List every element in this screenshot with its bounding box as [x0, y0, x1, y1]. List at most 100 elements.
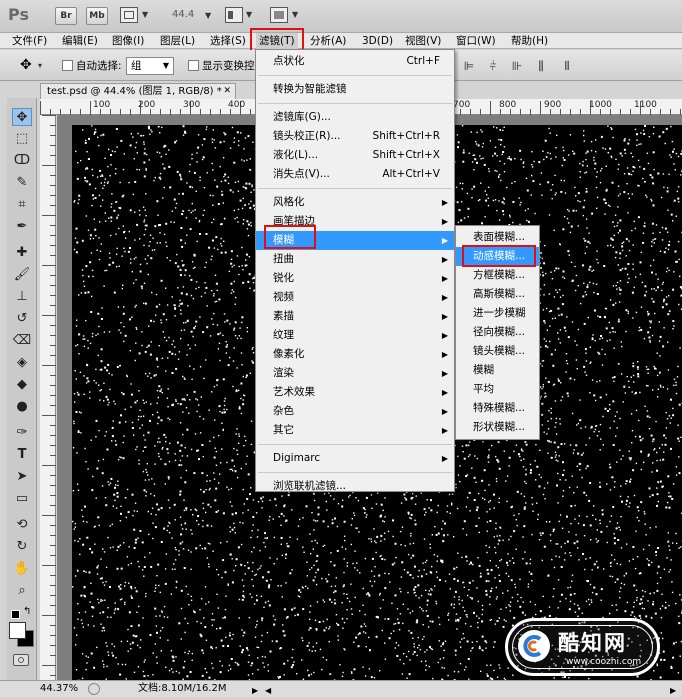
- type-tool-icon[interactable]: T: [12, 446, 32, 464]
- menu-item[interactable]: 纹理▶: [256, 326, 454, 345]
- menu-item[interactable]: 模糊: [456, 361, 539, 380]
- menu-item[interactable]: 液化(L)...Shift+Ctrl+X: [256, 146, 454, 165]
- menu-item[interactable]: 编辑(E): [59, 33, 101, 49]
- menu-item[interactable]: 渲染▶: [256, 364, 454, 383]
- marquee-tool-icon[interactable]: ⬚: [12, 130, 32, 148]
- menu-item[interactable]: 其它▶: [256, 421, 454, 440]
- shape-tool-icon[interactable]: ▭: [12, 490, 32, 508]
- menu-item[interactable]: 图像(I): [109, 33, 147, 49]
- menu-item[interactable]: 文件(F): [9, 33, 50, 49]
- view-extras-icon[interactable]: [120, 7, 138, 23]
- align-center-icon[interactable]: ⫩: [486, 59, 500, 73]
- menu-item[interactable]: 方框模糊...: [456, 266, 539, 285]
- history-brush-tool-icon[interactable]: ↺: [12, 310, 32, 328]
- align-left-icon[interactable]: ⊫: [462, 59, 476, 73]
- menu-item[interactable]: 图层(L): [157, 33, 198, 49]
- menu-item[interactable]: 风格化▶: [256, 193, 454, 212]
- ruler-number: 1000: [589, 100, 612, 110]
- menu-item[interactable]: 窗口(W): [453, 33, 499, 49]
- menu-item[interactable]: 转换为智能滤镜: [256, 80, 454, 99]
- brush-tool-icon[interactable]: 🖌: [12, 266, 32, 284]
- menu-item[interactable]: 艺术效果▶: [256, 383, 454, 402]
- distribute-icon[interactable]: ⫼: [534, 59, 548, 73]
- menu-item[interactable]: 消失点(V)...Alt+Ctrl+V: [256, 165, 454, 184]
- 3d-rotate-tool-icon[interactable]: ⟲: [12, 516, 32, 534]
- blur-tool-icon[interactable]: ◆: [12, 376, 32, 394]
- chevron-down-icon[interactable]: ▼: [205, 11, 211, 20]
- dodge-tool-icon[interactable]: ●: [12, 398, 32, 416]
- arrange-documents-icon[interactable]: [225, 7, 243, 23]
- lasso-tool-icon[interactable]: ↀ: [12, 152, 32, 170]
- crop-tool-icon[interactable]: ⌗: [12, 196, 32, 214]
- auto-select-checkbox[interactable]: [62, 60, 73, 71]
- move-tool-icon[interactable]: ✥: [12, 108, 32, 126]
- menu-item-label: 滤镜库(G)...: [273, 111, 331, 123]
- chevron-down-icon[interactable]: ▼: [142, 10, 148, 19]
- menu-item[interactable]: 特殊模糊...: [456, 399, 539, 418]
- screen-mode-icon[interactable]: [270, 7, 288, 23]
- swap-colors-icon[interactable]: ↰: [23, 606, 31, 617]
- show-transform-checkbox[interactable]: [188, 60, 199, 71]
- pen-tool-icon[interactable]: ✑: [12, 424, 32, 442]
- menu-item[interactable]: 镜头模糊...: [456, 342, 539, 361]
- menu-item[interactable]: 素描▶: [256, 307, 454, 326]
- eraser-tool-icon[interactable]: ⌫: [12, 332, 32, 350]
- menu-item[interactable]: 视图(V): [402, 33, 444, 49]
- bridge-button[interactable]: Br: [55, 7, 77, 25]
- close-icon[interactable]: ✕: [223, 84, 231, 99]
- menu-item[interactable]: 高斯模糊...: [456, 285, 539, 304]
- 3d-orbit-tool-icon[interactable]: ↻: [12, 538, 32, 556]
- menu-item-label: 形状模糊...: [473, 421, 525, 433]
- menu-item[interactable]: 选择(S): [207, 33, 249, 49]
- distribute-horizontal-icon[interactable]: ⫴: [560, 59, 574, 73]
- hand-tool-icon[interactable]: ✋: [12, 560, 32, 578]
- eyedropper-tool-icon[interactable]: ✒: [12, 218, 32, 236]
- vertical-ruler: [40, 115, 56, 680]
- foreground-color-swatch[interactable]: [9, 622, 26, 639]
- menu-item[interactable]: 帮助(H): [508, 33, 551, 49]
- move-tool-icon[interactable]: ✥: [20, 57, 32, 73]
- menu-item[interactable]: 扭曲▶: [256, 250, 454, 269]
- menu-item[interactable]: Digimarc▶: [256, 449, 454, 468]
- menu-item-label: 点状化: [273, 55, 305, 67]
- menu-item[interactable]: 滤镜库(G)...: [256, 108, 454, 127]
- status-zoom[interactable]: 44.37%: [40, 681, 78, 697]
- menu-item[interactable]: 视频▶: [256, 288, 454, 307]
- align-right-icon[interactable]: ⊪: [510, 59, 524, 73]
- menu-item[interactable]: 点状化Ctrl+F: [256, 52, 454, 71]
- menu-item[interactable]: 径向模糊...: [456, 323, 539, 342]
- menu-item[interactable]: 进一步模糊: [456, 304, 539, 323]
- menu-item[interactable]: 杂色▶: [256, 402, 454, 421]
- default-colors-icon[interactable]: [11, 610, 20, 619]
- menu-item[interactable]: 浏览联机滤镜...: [256, 477, 454, 496]
- quick-select-tool-icon[interactable]: ✎: [12, 174, 32, 192]
- menu-item[interactable]: 镜头校正(R)...Shift+Ctrl+R: [256, 127, 454, 146]
- quick-mask-icon[interactable]: [13, 654, 29, 666]
- menu-item[interactable]: 3D(D): [359, 33, 396, 49]
- menu-item[interactable]: 平均: [456, 380, 539, 399]
- watermark-logo-icon: [518, 630, 550, 662]
- zoom-tool-icon[interactable]: ⌕: [12, 582, 32, 600]
- chevron-down-icon[interactable]: ▾: [38, 61, 42, 70]
- menu-item[interactable]: 分析(A): [307, 33, 349, 49]
- document-tab[interactable]: test.psd @ 44.4% (图层 1, RGB/8) * ✕: [40, 83, 236, 99]
- auto-select-dropdown[interactable]: 组 ▼: [126, 57, 174, 75]
- zoom-level-display[interactable]: 44.4: [172, 9, 194, 20]
- chevron-down-icon[interactable]: ▼: [292, 10, 298, 19]
- submenu-arrow-icon: ▶: [442, 212, 448, 231]
- status-info-icon[interactable]: [88, 683, 100, 695]
- ruler-tick: [50, 405, 56, 406]
- chevron-down-icon[interactable]: ▼: [246, 10, 252, 19]
- paint-bucket-tool-icon[interactable]: ◈: [12, 354, 32, 372]
- menu-item[interactable]: 锐化▶: [256, 269, 454, 288]
- healing-brush-tool-icon[interactable]: ✚: [12, 244, 32, 262]
- ruler-tick: [50, 625, 56, 626]
- menu-item[interactable]: 形状模糊...: [456, 418, 539, 437]
- mini-bridge-button[interactable]: Mb: [86, 7, 108, 25]
- stamp-tool-icon[interactable]: ⊥: [12, 288, 32, 306]
- menu-item-shortcut: Shift+Ctrl+X: [373, 146, 440, 165]
- menu-item[interactable]: 像素化▶: [256, 345, 454, 364]
- menu-item-label: 消失点(V)...: [273, 168, 330, 180]
- path-select-tool-icon[interactable]: ➤: [12, 468, 32, 486]
- ruler-tick: [50, 295, 56, 296]
